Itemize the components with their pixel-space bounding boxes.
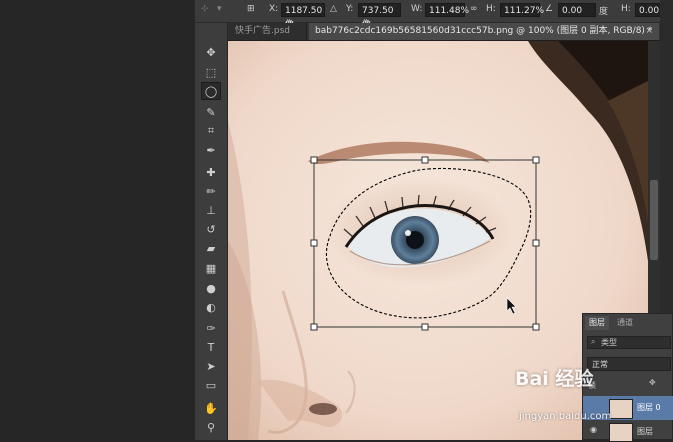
tab-channels[interactable]: 通道 — [613, 316, 637, 330]
tab-label: bab776c2cdc169b56581560d31ccc57b.png @ 1… — [315, 26, 653, 36]
scrollbar-thumb[interactable] — [650, 180, 658, 260]
layer-name: 图层 0 — [637, 403, 661, 412]
h-skew-label: H: — [621, 4, 631, 14]
angle-field[interactable]: 0.00 — [558, 3, 596, 17]
healing-brush-icon[interactable]: ✚ — [201, 163, 221, 181]
search-icon: ⌕ — [591, 337, 596, 346]
layer-row[interactable]: ◉ 图层 — [583, 422, 673, 442]
zoom-tool-icon[interactable]: ⚲ — [201, 418, 221, 436]
hand-tool-icon[interactable]: ✋ — [201, 399, 221, 417]
angle-icon: ∠ — [545, 4, 554, 14]
angle-unit: 度 — [599, 7, 609, 17]
shape-tool-icon[interactable]: ▭ — [201, 376, 221, 394]
tab-active-document[interactable]: bab776c2cdc169b56581560d31ccc57b.png @ 1… — [309, 23, 659, 40]
type-tool-icon[interactable]: T — [201, 338, 221, 356]
y-field[interactable]: 737.50 像 — [358, 3, 401, 30]
transform-icon[interactable]: ⊹ — [201, 4, 209, 14]
chevron-down-icon[interactable]: ▾ — [217, 4, 222, 14]
options-bar: ⊹ ▾ ⊞ X: 1187.50 像 △ Y: 737.50 像 W: 111.… — [195, 0, 673, 30]
lasso-tool-icon[interactable]: ◯ — [201, 82, 221, 100]
reference-point-icon[interactable]: ⊞ — [247, 4, 255, 14]
layer-thumbnail — [609, 423, 633, 442]
toolbox: ✥ ⬚ ◯ ✎ ⌗ ✒ ✚ ✏ ⊥ ↺ ▰ ▦ ● ◐ ✑ T ➤ ▭ ✋ ⚲ — [195, 23, 228, 440]
w-label: W: — [411, 4, 423, 14]
blend-mode-value: 正常 — [592, 360, 608, 369]
brush-tool-icon[interactable]: ✏ — [201, 182, 221, 200]
x-label: X: — [269, 4, 279, 14]
link-icon[interactable]: ∞ — [470, 4, 478, 14]
close-icon[interactable]: × — [645, 23, 653, 40]
height-field[interactable]: 111.27% — [500, 3, 544, 17]
eye-icon[interactable]: ◉ — [590, 425, 597, 434]
history-brush-icon[interactable]: ↺ — [201, 220, 221, 238]
path-select-icon[interactable]: ➤ — [201, 357, 221, 375]
baidu-watermark-logo: Bai 经验 — [515, 368, 594, 390]
tab-layers[interactable]: 图层 — [585, 316, 609, 330]
y-label: Y: — [346, 4, 354, 14]
layer-name: 图层 — [637, 427, 653, 436]
clone-stamp-icon[interactable]: ⊥ — [201, 201, 221, 219]
eyedropper-tool-icon[interactable]: ✒ — [201, 141, 221, 159]
blur-tool-icon[interactable]: ● — [201, 279, 221, 297]
gradient-tool-icon[interactable]: ▦ — [201, 259, 221, 277]
tab-kuaishou-psd[interactable]: 快手广告.psd — [229, 23, 307, 40]
document-tab-bar: 快手广告.psd bab776c2cdc169b56581560d31ccc57… — [227, 23, 673, 41]
h-label: H: — [486, 4, 496, 14]
baidu-watermark-url: jingyan.baidu.com — [519, 411, 612, 422]
layer-thumbnail — [609, 399, 633, 419]
layer-filter[interactable]: ⌕ 类型 — [587, 336, 671, 349]
marquee-tool-icon[interactable]: ⬚ — [201, 63, 221, 81]
x-field[interactable]: 1187.50 像 — [281, 3, 325, 30]
pen-tool-icon[interactable]: ✑ — [201, 319, 221, 337]
left-dark-area — [0, 0, 195, 440]
quick-select-tool-icon[interactable]: ✎ — [201, 103, 221, 121]
crop-tool-icon[interactable]: ⌗ — [201, 122, 221, 140]
width-field[interactable]: 111.48% — [425, 3, 469, 17]
move-lock-icon[interactable]: ✥ — [649, 378, 656, 387]
move-tool-icon[interactable]: ✥ — [201, 43, 221, 61]
delta-icon[interactable]: △ — [330, 4, 337, 14]
dodge-tool-icon[interactable]: ◐ — [201, 298, 221, 316]
blend-mode-select[interactable]: 正常 — [587, 357, 671, 371]
filter-type: 类型 — [601, 338, 617, 347]
eraser-tool-icon[interactable]: ▰ — [201, 239, 221, 257]
tab-label: 快手广告.psd — [235, 26, 290, 36]
